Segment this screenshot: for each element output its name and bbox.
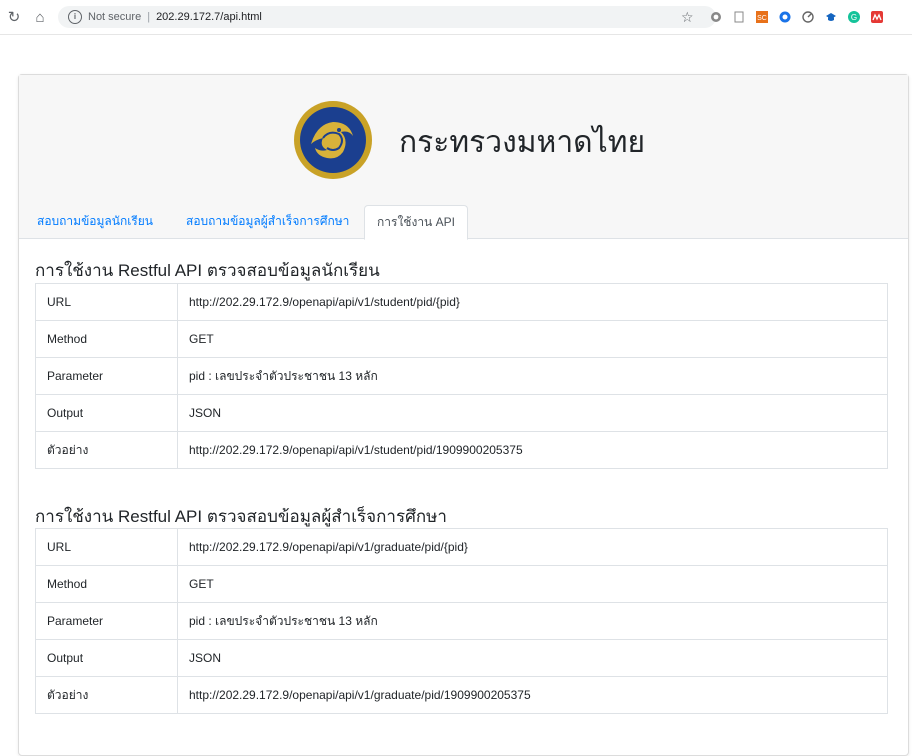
extension-grammarly-icon[interactable]: G bbox=[848, 11, 860, 23]
home-icon[interactable]: ⌂ bbox=[32, 9, 48, 26]
row-key: URL bbox=[35, 283, 178, 321]
row-value: http://202.29.172.9/openapi/api/v1/stude… bbox=[177, 431, 888, 469]
row-value: GET bbox=[177, 320, 888, 358]
row-key: ตัวอย่าง bbox=[35, 431, 178, 469]
card-header: กระทรวงมหาดไทย สอบถามข้อมูลนักเรียน สอบถ… bbox=[19, 75, 908, 240]
svg-text:G: G bbox=[851, 13, 857, 22]
row-value: http://202.29.172.9/openapi/api/v1/gradu… bbox=[177, 676, 888, 714]
row-key: Method bbox=[35, 320, 178, 358]
browser-toolbar: ↻ ⌂ i Not secure | 202.29.172.7/api.html… bbox=[0, 0, 912, 35]
graduate-api-title: การใช้งาน Restful API ตรวจสอบข้อมูลผู้สำ… bbox=[35, 507, 447, 526]
row-value: pid : เลขประจำตัวประชาชน 13 หลัก bbox=[177, 357, 888, 395]
extension-sc-icon[interactable]: SC bbox=[756, 11, 768, 23]
table-row: Parameter pid : เลขประจำตัวประชาชน 13 หล… bbox=[35, 357, 888, 395]
page-card: กระทรวงมหาดไทย สอบถามข้อมูลนักเรียน สอบถ… bbox=[18, 74, 909, 756]
reload-icon[interactable]: ↻ bbox=[6, 9, 22, 26]
table-row: ตัวอย่าง http://202.29.172.9/openapi/api… bbox=[35, 431, 888, 469]
row-key: Method bbox=[35, 565, 178, 603]
row-value: http://202.29.172.9/openapi/api/v1/gradu… bbox=[177, 528, 888, 566]
ministry-name: กระทรวงมหาดไทย bbox=[399, 125, 646, 160]
address-bar[interactable]: i Not secure | 202.29.172.7/api.html bbox=[58, 6, 716, 28]
address-separator: | bbox=[147, 11, 151, 23]
table-row: Output JSON bbox=[35, 639, 888, 677]
row-value: GET bbox=[177, 565, 888, 603]
address-url[interactable]: 202.29.172.7/api.html bbox=[156, 11, 262, 23]
row-value: JSON bbox=[177, 639, 888, 677]
row-key: URL bbox=[35, 528, 178, 566]
table-row: Method GET bbox=[35, 320, 888, 358]
extension-doc-icon[interactable] bbox=[733, 11, 745, 23]
row-key: Parameter bbox=[35, 602, 178, 640]
table-row: Method GET bbox=[35, 565, 888, 603]
row-key: Parameter bbox=[35, 357, 178, 395]
row-key: Output bbox=[35, 639, 178, 677]
table-row: URL http://202.29.172.9/openapi/api/v1/s… bbox=[35, 283, 888, 321]
security-label: Not secure bbox=[88, 11, 142, 23]
extension-camera-icon[interactable] bbox=[710, 11, 722, 23]
tab-student-lookup[interactable]: สอบถามข้อมูลนักเรียน bbox=[37, 205, 153, 238]
table-row: ตัวอย่าง http://202.29.172.9/openapi/api… bbox=[35, 676, 888, 714]
table-row: Parameter pid : เลขประจำตัวประชาชน 13 หล… bbox=[35, 602, 888, 640]
tab-graduate-lookup[interactable]: สอบถามข้อมูลผู้สำเร็จการศึกษา bbox=[186, 205, 349, 238]
info-icon[interactable]: i bbox=[68, 10, 82, 24]
extension-cap-icon[interactable] bbox=[825, 11, 837, 23]
row-key: ตัวอย่าง bbox=[35, 676, 178, 714]
row-value: http://202.29.172.9/openapi/api/v1/stude… bbox=[177, 283, 888, 321]
student-api-table: URL http://202.29.172.9/openapi/api/v1/s… bbox=[35, 283, 888, 469]
extension-blue-circle-icon[interactable] bbox=[779, 11, 791, 23]
row-value: pid : เลขประจำตัวประชาชน 13 หลัก bbox=[177, 602, 888, 640]
extension-sc-label: SC bbox=[757, 15, 767, 22]
ministry-seal-logo bbox=[294, 101, 372, 179]
row-value: JSON bbox=[177, 394, 888, 432]
extension-red-icon[interactable] bbox=[871, 11, 883, 23]
table-row: URL http://202.29.172.9/openapi/api/v1/g… bbox=[35, 528, 888, 566]
graduate-api-table: URL http://202.29.172.9/openapi/api/v1/g… bbox=[35, 528, 888, 714]
tab-api-usage[interactable]: การใช้งาน API bbox=[364, 205, 468, 240]
bookmark-star-icon[interactable]: ☆ bbox=[681, 9, 694, 26]
student-api-title: การใช้งาน Restful API ตรวจสอบข้อมูลนักเร… bbox=[35, 261, 380, 280]
extension-gauge-icon[interactable] bbox=[802, 11, 814, 23]
row-key: Output bbox=[35, 394, 178, 432]
table-row: Output JSON bbox=[35, 394, 888, 432]
